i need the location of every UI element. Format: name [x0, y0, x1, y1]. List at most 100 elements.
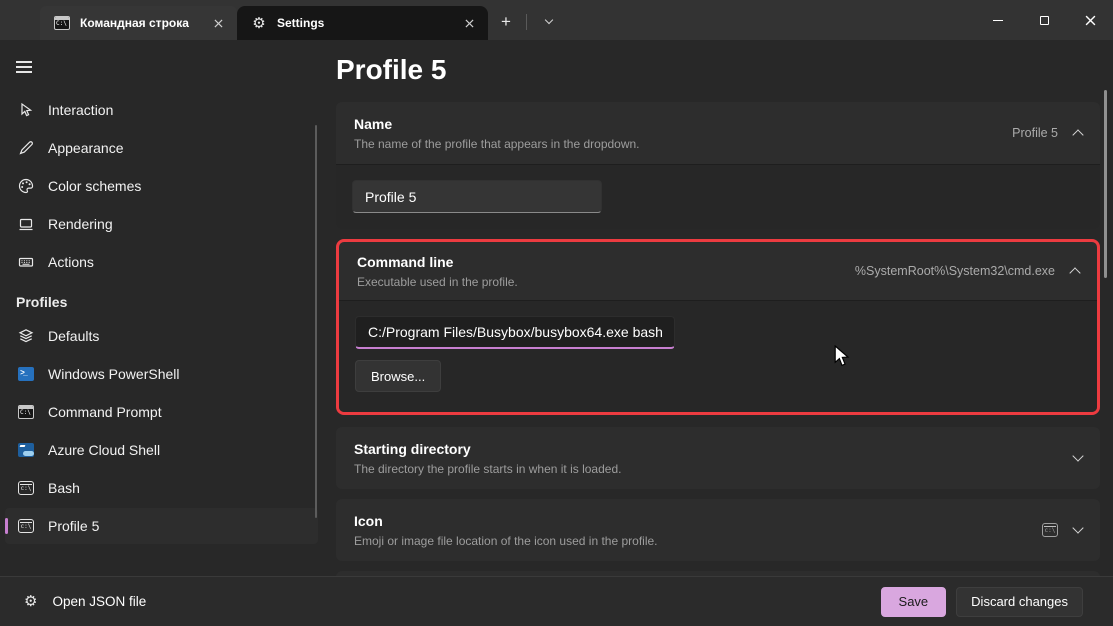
console-outline-icon: c:\ [16, 481, 36, 495]
tab-label: Командная строка [80, 16, 209, 30]
sidebar-item-bash[interactable]: c:\ Bash [5, 470, 318, 506]
setting-description: Emoji or image file location of the icon… [354, 534, 658, 548]
maximize-button[interactable] [1021, 0, 1067, 40]
starting-directory-expander-header[interactable]: Starting directory The directory the pro… [336, 427, 1100, 489]
setting-title: Name [354, 116, 640, 132]
pointer-icon [16, 102, 36, 118]
save-button[interactable]: Save [881, 587, 947, 617]
gear-icon: ⚙ [251, 15, 267, 31]
footer-bar: ⚙ Open JSON file Save Discard changes [0, 576, 1113, 626]
command-line-input[interactable] [355, 316, 675, 349]
powershell-icon: >_ [16, 367, 36, 381]
command-line-expander-content: Browse... [339, 300, 1097, 412]
name-expander-content [336, 164, 1100, 229]
starting-directory-setting-card: Starting directory The directory the pro… [336, 427, 1100, 489]
name-setting-card: Name The name of the profile that appear… [336, 102, 1100, 229]
sidebar-item-label: Actions [48, 254, 94, 270]
sidebar-scrollbar[interactable] [315, 125, 317, 518]
close-icon [1085, 15, 1096, 26]
tab-command-prompt[interactable]: C:\ Командная строка [40, 6, 237, 40]
maximize-icon [1040, 16, 1049, 25]
discard-changes-button[interactable]: Discard changes [956, 587, 1083, 617]
new-tab-button[interactable]: + [491, 7, 521, 37]
titlebar: C:\ Командная строка ⚙ Settings + [0, 0, 1113, 40]
setting-description: The name of the profile that appears in … [354, 137, 640, 151]
minimize-icon [993, 20, 1003, 21]
cmd-icon: C:\ [16, 405, 36, 419]
profile-name-input[interactable] [352, 180, 602, 213]
layers-icon [16, 328, 36, 344]
name-expander-header[interactable]: Name The name of the profile that appear… [336, 102, 1100, 164]
close-tab-icon[interactable] [460, 14, 478, 32]
sidebar-item-command-prompt[interactable]: C:\ Command Prompt [5, 394, 318, 430]
icon-expander-header[interactable]: Icon Emoji or image file location of the… [336, 499, 1100, 561]
gear-icon: ⚙ [24, 594, 37, 609]
monitor-icon [16, 216, 36, 232]
sidebar-item-interaction[interactable]: Interaction [5, 92, 318, 128]
tabbar-divider [526, 14, 527, 30]
sidebar-item-appearance[interactable]: Appearance [5, 130, 318, 166]
sidebar-item-label: Windows PowerShell [48, 366, 180, 382]
menu-toggle-button[interactable] [8, 50, 44, 84]
command-line-setting-card: Command line Executable used in the prof… [336, 239, 1100, 415]
sidebar-item-profile-5[interactable]: c:\ Profile 5 [5, 508, 318, 544]
setting-title: Starting directory [354, 441, 621, 457]
chevron-up-icon [1072, 129, 1083, 140]
open-json-file-button[interactable]: ⚙ Open JSON file [16, 594, 146, 609]
sidebar-item-label: Defaults [48, 328, 99, 344]
sidebar-item-label: Appearance [48, 140, 124, 156]
sidebar-item-label: Color schemes [48, 178, 141, 194]
sidebar-item-azure-cloud-shell[interactable]: Azure Cloud Shell [5, 432, 318, 468]
sidebar-item-label: Azure Cloud Shell [48, 442, 160, 458]
sidebar-item-label: Rendering [48, 216, 113, 232]
window-controls [975, 0, 1113, 40]
sidebar-item-label: Command Prompt [48, 404, 162, 420]
titlebar-drag-region [565, 0, 975, 40]
open-json-file-label: Open JSON file [52, 594, 146, 609]
pen-icon [16, 140, 36, 156]
sidebar-item-color-schemes[interactable]: Color schemes [5, 168, 318, 204]
close-window-button[interactable] [1067, 0, 1113, 40]
command-line-expander-header[interactable]: Command line Executable used in the prof… [339, 242, 1097, 300]
sidebar-item-label: Interaction [48, 102, 113, 118]
sidebar-item-windows-powershell[interactable]: >_ Windows PowerShell [5, 356, 318, 392]
setting-title: Command line [357, 254, 518, 270]
main-scrollbar[interactable] [1104, 90, 1107, 278]
settings-sidebar: Interaction Appearance Color schemes [0, 40, 330, 576]
palette-icon [16, 178, 36, 194]
chevron-down-icon [1072, 522, 1083, 533]
setting-description: The directory the profile starts in when… [354, 462, 621, 476]
icon-setting-card: Icon Emoji or image file location of the… [336, 499, 1100, 561]
sidebar-item-label: Bash [48, 480, 80, 496]
close-tab-icon[interactable] [209, 14, 227, 32]
app-body: Interaction Appearance Color schemes [0, 40, 1113, 576]
console-outline-icon: c:\ [16, 519, 36, 533]
sidebar-item-rendering[interactable]: Rendering [5, 206, 318, 242]
profiles-section-header: Profiles [16, 294, 330, 310]
minimize-button[interactable] [975, 0, 1021, 40]
tab-label: Settings [277, 16, 460, 30]
sidebar-item-actions[interactable]: Actions [5, 244, 318, 280]
setting-current-value: Profile 5 [1012, 126, 1058, 140]
tab-title-setting-card: Tab title [336, 571, 1100, 576]
settings-main-panel: Profile 5 Name The name of the profile t… [330, 40, 1113, 576]
page-title: Profile 5 [336, 54, 1100, 86]
setting-title: Icon [354, 513, 658, 529]
windows-terminal-settings-window: C:\ Командная строка ⚙ Settings + [0, 0, 1113, 626]
setting-description: Executable used in the profile. [357, 275, 518, 289]
keyboard-icon [16, 254, 36, 270]
tab-title-expander-header[interactable]: Tab title [336, 571, 1100, 576]
tab-settings[interactable]: ⚙ Settings [237, 6, 488, 40]
tab-dropdown-button[interactable] [534, 7, 564, 37]
chevron-down-icon [1072, 450, 1083, 461]
chevron-up-icon [1069, 267, 1080, 278]
chevron-down-icon [545, 16, 553, 24]
sidebar-item-label: Profile 5 [48, 518, 99, 534]
plus-icon: + [501, 12, 511, 32]
profile-icon-preview: c:\ [1042, 522, 1058, 538]
browse-button[interactable]: Browse... [355, 360, 441, 392]
sidebar-item-defaults[interactable]: Defaults [5, 318, 318, 354]
console-window-icon: C:\ [54, 15, 70, 31]
azure-cloud-icon [16, 443, 36, 457]
setting-current-value: %SystemRoot%\System32\cmd.exe [855, 264, 1055, 278]
